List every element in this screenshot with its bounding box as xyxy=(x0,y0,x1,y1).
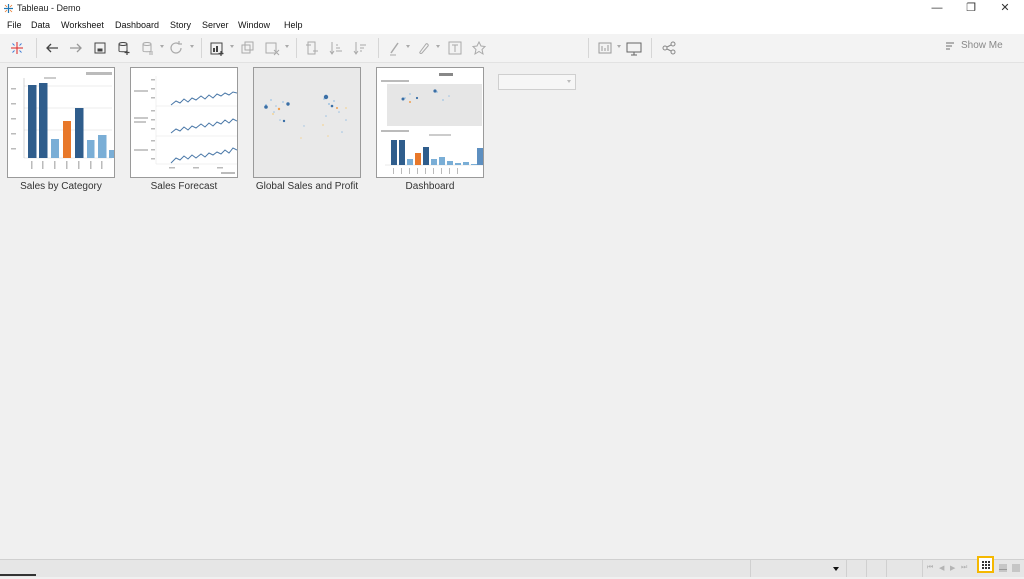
clear-sheet-icon[interactable] xyxy=(263,39,281,57)
sheet-thumbnail-dashboard[interactable]: Dashboard xyxy=(376,67,484,197)
presentation-icon[interactable] xyxy=(625,39,643,57)
pin-icon[interactable] xyxy=(470,39,488,57)
fit-icon[interactable] xyxy=(597,39,615,57)
sheet-thumbnail-global-sales-and-profit[interactable]: Global Sales and Profit xyxy=(253,67,361,197)
menu-worksheet[interactable]: Worksheet xyxy=(61,20,104,30)
sheet-preview xyxy=(130,67,238,178)
menu-bar: File Data Worksheet Dashboard Story Serv… xyxy=(0,17,1024,34)
sheet-thumbnail-sales-by-category[interactable]: Sales by Category xyxy=(7,67,115,197)
swap-axes-icon[interactable] xyxy=(303,39,321,57)
sheet-thumbnail-sales-forecast[interactable]: Sales Forecast xyxy=(130,67,238,197)
map-preview xyxy=(264,94,347,139)
menu-dashboard[interactable]: Dashboard xyxy=(115,20,159,30)
chevron-down-icon xyxy=(567,80,571,83)
redo-icon[interactable] xyxy=(67,39,85,57)
tableau-logo-icon xyxy=(4,4,13,13)
sheet-preview xyxy=(253,67,361,178)
undo-icon[interactable] xyxy=(43,39,61,57)
show-me-label: Show Me xyxy=(961,40,1003,51)
duplicate-icon[interactable] xyxy=(239,39,257,57)
menu-help[interactable]: Help xyxy=(284,20,303,30)
sort-ascending-icon[interactable] xyxy=(327,39,345,57)
sheet-label[interactable]: Dashboard xyxy=(356,181,504,192)
filmstrip-icon[interactable] xyxy=(996,561,1010,573)
tabs-icon[interactable] xyxy=(1010,561,1024,573)
minimize-icon: — xyxy=(931,2,943,14)
next-sheet-icon[interactable]: ▶ xyxy=(950,564,955,572)
restore-icon: ❐ xyxy=(966,2,976,14)
title-bar: Tableau - Demo — ❐ ✕ xyxy=(0,0,1024,17)
minimize-button[interactable]: — xyxy=(920,0,954,17)
chevron-down-icon xyxy=(833,567,839,571)
previous-sheet-icon[interactable]: ◀ xyxy=(939,564,944,572)
dashboard-preview xyxy=(381,73,483,174)
refresh-icon[interactable] xyxy=(167,39,185,57)
new-worksheet-icon[interactable] xyxy=(208,39,226,57)
pause-updates-icon[interactable] xyxy=(139,39,157,57)
sheet-preview xyxy=(7,67,115,178)
window-title: Tableau - Demo xyxy=(17,3,81,13)
labels-icon[interactable] xyxy=(446,39,464,57)
first-sheet-icon[interactable]: ⏮ xyxy=(927,564,933,572)
close-icon: ✕ xyxy=(1000,2,1010,14)
sheet-sorter-icon[interactable] xyxy=(977,556,994,573)
highlight-icon[interactable] xyxy=(386,39,404,57)
fit-select[interactable] xyxy=(498,74,576,90)
show-me-icon xyxy=(946,42,954,50)
close-button[interactable]: ✕ xyxy=(988,0,1022,17)
line-chart-preview xyxy=(134,76,237,174)
toolbar xyxy=(0,34,1024,90)
menu-server[interactable]: Server xyxy=(202,20,229,30)
restore-button[interactable]: ❐ xyxy=(954,0,988,17)
menu-data[interactable]: Data xyxy=(31,20,50,30)
menu-file[interactable]: File xyxy=(7,20,22,30)
save-icon[interactable] xyxy=(91,39,109,57)
tableau-start-icon[interactable] xyxy=(8,39,26,57)
sort-descending-icon[interactable] xyxy=(351,39,369,57)
share-icon[interactable] xyxy=(660,39,678,57)
bar-chart-preview xyxy=(11,72,114,169)
last-sheet-icon[interactable]: ⏭ xyxy=(961,564,967,572)
group-icon[interactable] xyxy=(414,39,432,57)
new-data-source-icon[interactable] xyxy=(115,39,133,57)
status-bar: ⏮ ◀ ▶ ⏭ xyxy=(0,559,1024,577)
menu-window[interactable]: Window xyxy=(238,20,270,30)
menu-story[interactable]: Story xyxy=(170,20,191,30)
sheet-preview xyxy=(376,67,484,178)
